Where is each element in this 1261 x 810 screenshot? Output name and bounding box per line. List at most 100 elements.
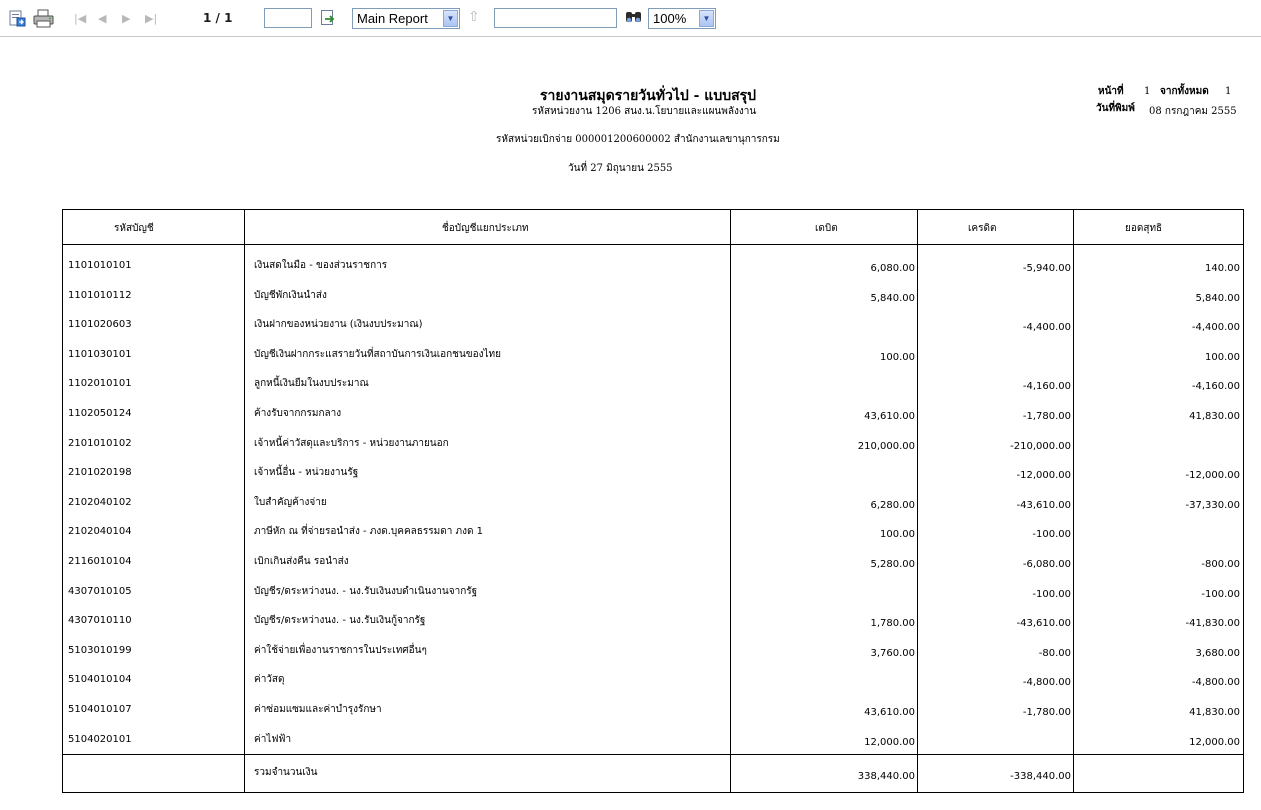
debit-cell: 6,280.00	[870, 499, 915, 511]
debit-cell: 43,610.00	[864, 707, 915, 718]
search-input[interactable]	[494, 8, 617, 28]
account-code-cell: 2101020198	[68, 467, 132, 479]
account-name-cell: บัญชีร/ดระหว่างนง. - นง.รับเงินงบดำเนินง…	[254, 585, 478, 597]
account-code-cell: 5104020101	[68, 733, 132, 745]
report-toolbar: |◀ ◀ ▶ ▶| 1 / 1 Main Report ▼ ⇧ 100% ▼	[0, 0, 1261, 37]
credit-cell: -6,080.00	[1022, 559, 1071, 570]
account-code-cell: 2102040102	[68, 496, 132, 508]
account-name-cell: ค่าไฟฟ้า	[254, 733, 292, 745]
account-code-cell: 1101010101	[68, 260, 132, 271]
report-date: วันที่ 27 มิถุนายน 2555	[568, 163, 673, 174]
account-code-cell: 5104010104	[68, 674, 132, 686]
credit-cell: -100.00	[1032, 529, 1071, 541]
account-name-cell: ลูกหนี้เงินยืมในงบประมาณ	[254, 378, 369, 390]
credit-cell: -4,160.00	[1022, 381, 1071, 393]
account-name-cell: ภาษีหัก ณ ที่จ่ายรอนำส่ง - ภงด.บุคคลธรรม…	[254, 526, 484, 538]
row-divider	[62, 209, 1244, 210]
account-name-cell: ค่าซ่อมแซมและค่าบำรุงรักษา	[254, 704, 382, 715]
debit-cell: 100.00	[880, 529, 915, 541]
disbursing-unit: รหัสหน่วยเบิกจ่าย 000001200600002 สำนักง…	[496, 134, 780, 145]
header-credit: เครดิต	[968, 223, 997, 234]
net-cell: 3,680.00	[1195, 647, 1240, 659]
debit-cell: 3,760.00	[870, 647, 915, 659]
account-code-cell: 1102050124	[68, 408, 132, 419]
account-code-cell: 2116010104	[68, 556, 132, 567]
column-divider	[62, 209, 63, 793]
net-cell: -37,330.00	[1185, 499, 1240, 511]
credit-cell: -4,800.00	[1022, 677, 1071, 689]
parent-report-icon[interactable]: ⇧	[468, 9, 480, 25]
account-name-cell: เบิกเกินส่งคืน รอนำส่ง	[254, 556, 349, 567]
goto-page-icon[interactable]	[320, 9, 338, 27]
row-divider	[62, 244, 1244, 245]
net-cell: 41,830.00	[1189, 411, 1240, 422]
net-cell: -800.00	[1201, 559, 1240, 570]
goto-page-input[interactable]	[264, 8, 312, 28]
net-cell: 41,830.00	[1189, 707, 1240, 718]
debit-cell: 5,840.00	[870, 292, 915, 304]
debit-cell: 5,280.00	[870, 559, 915, 570]
net-cell: 100.00	[1205, 351, 1240, 363]
total-pages-label: จากทั้งหมด	[1160, 86, 1209, 97]
header-net: ยอดสุทธิ	[1125, 223, 1163, 234]
net-cell: -12,000.00	[1185, 470, 1240, 482]
column-divider	[1073, 209, 1074, 793]
account-name-cell: บัญชีพักเงินนำส่ง	[254, 289, 327, 301]
chevron-down-icon[interactable]: ▼	[443, 10, 458, 27]
account-name-cell: ค้างรับจากกรมกลาง	[254, 408, 342, 419]
column-divider	[1243, 209, 1244, 793]
printer-icon[interactable]	[33, 9, 54, 28]
debit-cell: 100.00	[880, 351, 915, 363]
next-page-icon[interactable]: ▶	[122, 13, 130, 24]
account-code-cell: 2101010102	[68, 437, 132, 449]
header-account-code: รหัสบัญชี	[114, 223, 154, 234]
net-cell: -4,400.00	[1191, 322, 1240, 334]
credit-cell: -5,940.00	[1022, 263, 1071, 274]
net-cell: -4,160.00	[1191, 381, 1240, 393]
header-account-name: ชื่อบัญชีแยกประเภท	[442, 223, 529, 234]
credit-cell: -1,780.00	[1022, 707, 1071, 718]
net-cell: -4,800.00	[1191, 677, 1240, 689]
ledger-table: รหัสบัญชี ชื่อบัญชีแยกประเภท เดบิต เครดิ…	[62, 209, 1244, 793]
credit-cell: -210,000.00	[1010, 440, 1071, 452]
previous-page-icon[interactable]: ◀	[98, 13, 106, 24]
first-page-icon[interactable]: |◀	[74, 13, 86, 24]
account-code-cell: 1102010101	[68, 378, 132, 390]
account-code-cell: 2102040104	[68, 526, 132, 538]
account-code-cell: 5103010199	[68, 644, 132, 656]
zoom-selector[interactable]: 100% ▼	[648, 8, 716, 29]
account-name-cell: เจ้าหนี้อื่น - หน่วยงานรัฐ	[254, 467, 359, 479]
print-date: 08 กรกฎาคม 2555	[1149, 106, 1237, 117]
page-number: 1	[1144, 86, 1151, 97]
report-selector[interactable]: Main Report ▼	[352, 8, 460, 29]
account-code-cell: 1101030101	[68, 348, 132, 360]
total-pages: 1	[1225, 86, 1232, 97]
credit-cell: -80.00	[1038, 647, 1071, 659]
net-cell: 12,000.00	[1189, 736, 1240, 748]
net-cell: -100.00	[1201, 588, 1240, 600]
debit-cell: 1,780.00	[870, 618, 915, 630]
credit-cell: -100.00	[1032, 588, 1071, 600]
account-code-cell: 4307010105	[68, 585, 132, 597]
row-divider	[62, 754, 1244, 755]
credit-cell: -43,610.00	[1016, 499, 1071, 511]
credit-cell: -1,780.00	[1022, 411, 1071, 422]
chevron-down-icon[interactable]: ▼	[699, 10, 714, 27]
report-selector-value: Main Report	[357, 11, 428, 26]
net-cell: -41,830.00	[1185, 618, 1240, 630]
page-indicator: 1 / 1	[203, 11, 233, 25]
total-debit: 338,440.00	[857, 771, 915, 782]
debit-cell: 210,000.00	[857, 440, 915, 452]
find-icon[interactable]	[625, 10, 643, 26]
account-name-cell: เจ้าหนี้ค่าวัสดุและบริการ - หน่วยงานภายน…	[254, 437, 449, 449]
print-date-label: วันที่พิมพ์	[1096, 103, 1135, 114]
column-divider	[730, 209, 731, 793]
total-credit: -338,440.00	[1010, 771, 1071, 782]
net-cell: 140.00	[1205, 263, 1240, 274]
debit-cell: 12,000.00	[864, 736, 915, 748]
export-icon[interactable]	[9, 10, 26, 27]
credit-cell: -12,000.00	[1016, 470, 1071, 482]
last-page-icon[interactable]: ▶|	[145, 13, 157, 24]
account-name-cell: เงินฝากของหน่วยงาน (เงินงบประมาณ)	[254, 319, 423, 331]
credit-cell: -4,400.00	[1022, 322, 1071, 334]
